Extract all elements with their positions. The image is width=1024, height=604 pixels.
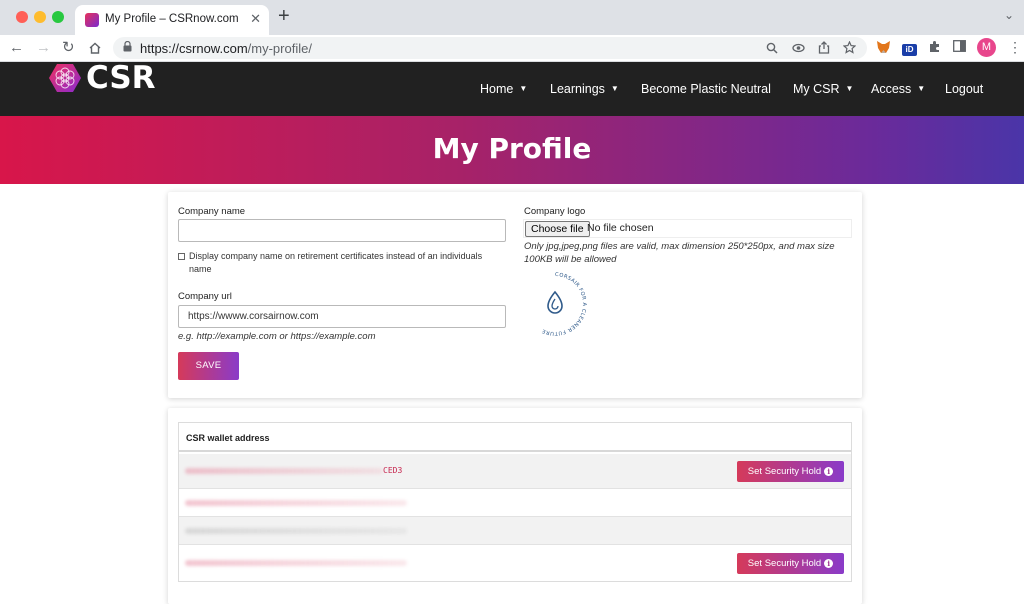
caret-down-icon: ▼ [917, 84, 926, 93]
forward-arrow-icon[interactable]: → [36, 39, 51, 57]
csr-logo-icon[interactable] [48, 63, 82, 93]
lock-icon[interactable] [123, 40, 132, 55]
puzzle-icon[interactable] [928, 40, 941, 57]
sidepanel-icon[interactable] [953, 40, 966, 56]
company-logo-file-input[interactable]: Choose file No file chosen [523, 219, 852, 238]
save-button[interactable]: SAVE [178, 352, 239, 380]
company-name-input[interactable] [178, 219, 506, 242]
company-logo-preview: CORSAIR FOR A CLEANER FUTURE [525, 272, 587, 336]
set-security-hold-button[interactable]: Set Security Hold i [737, 553, 844, 574]
table-row: Set Security Hold i [179, 545, 851, 581]
tab-title: My Profile – CSRnow.com [105, 13, 239, 25]
wallet-address [185, 498, 407, 507]
maximize-window-button[interactable] [52, 11, 64, 23]
info-icon: i [824, 559, 834, 568]
browser-toolbar: ← → ↻ https://csrnow.com/my-profile/ iD … [0, 35, 1024, 62]
wallet-address: CED3 [185, 466, 402, 475]
wallet-header-label: CSR wallet address [186, 433, 270, 443]
browser-tab-bar: My Profile – CSRnow.com ✕ + ⌄ [0, 0, 1024, 35]
file-status: No file chosen [587, 222, 654, 234]
page-title: My Profile [432, 132, 592, 165]
minimize-window-button[interactable] [34, 11, 46, 23]
table-row [179, 489, 851, 517]
metamask-icon[interactable] [876, 40, 891, 58]
star-icon[interactable] [842, 40, 857, 57]
company-url-input[interactable]: https://wwww.corsairnow.com [178, 305, 506, 328]
browser-menu-icon[interactable]: ⋮ [1008, 40, 1022, 54]
wallet-table: CSR wallet address CED3 Set Security Hol… [178, 422, 852, 582]
company-url-help: e.g. http://example.com or https://examp… [178, 331, 376, 342]
info-icon: i [824, 467, 834, 476]
eye-icon[interactable] [792, 40, 805, 57]
table-row: CED3 Set Security Hold i [179, 454, 851, 489]
home-icon[interactable] [88, 39, 102, 60]
table-row [179, 517, 851, 545]
nav-learnings[interactable]: Learnings ▼ [550, 82, 619, 96]
company-logo-label: Company logo [524, 206, 586, 217]
wallet-address [185, 558, 407, 567]
url-text: https://csrnow.com/my-profile/ [140, 41, 312, 56]
csr-logo-text[interactable]: CSR [86, 60, 156, 96]
id-extension-icon[interactable]: iD [902, 40, 917, 56]
caret-down-icon: ▼ [519, 84, 528, 93]
nav-my-csr[interactable]: My CSR ▼ [793, 82, 853, 96]
close-window-button[interactable] [16, 11, 28, 23]
tab-close-icon[interactable]: ✕ [250, 11, 261, 27]
nav-access[interactable]: Access ▼ [871, 82, 925, 96]
back-arrow-icon[interactable]: ← [9, 39, 24, 57]
browser-tab-active[interactable]: My Profile – CSRnow.com ✕ [75, 5, 269, 35]
caret-down-icon: ▼ [610, 84, 619, 93]
display-company-name-label: Display company name on retirement certi… [189, 251, 483, 274]
wallet-table-header: CSR wallet address [179, 423, 851, 452]
choose-file-button[interactable]: Choose file [525, 221, 590, 237]
nav-logout[interactable]: Logout [945, 82, 983, 96]
address-bar[interactable]: https://csrnow.com/my-profile/ [113, 37, 867, 59]
search-icon[interactable] [766, 40, 778, 57]
wallet-address [185, 526, 407, 535]
share-icon[interactable] [818, 40, 830, 57]
new-tab-button[interactable]: + [278, 6, 290, 26]
csr-favicon-icon [85, 13, 99, 27]
nav-home[interactable]: Home ▼ [480, 82, 527, 96]
company-logo-help: Only jpg,jpeg,png files are valid, max d… [524, 241, 835, 265]
company-url-label: Company url [178, 291, 232, 302]
caret-down-icon: ▼ [845, 84, 854, 93]
reload-icon[interactable]: ↻ [62, 39, 75, 57]
profile-avatar[interactable]: M [977, 38, 996, 57]
tab-search-chevron-icon[interactable]: ⌄ [1004, 8, 1014, 22]
nav-become-plastic-neutral[interactable]: Become Plastic Neutral [641, 82, 771, 96]
company-name-label: Company name [178, 206, 246, 217]
display-company-name-checkbox[interactable] [178, 253, 185, 260]
set-security-hold-button[interactable]: Set Security Hold i [737, 461, 844, 482]
